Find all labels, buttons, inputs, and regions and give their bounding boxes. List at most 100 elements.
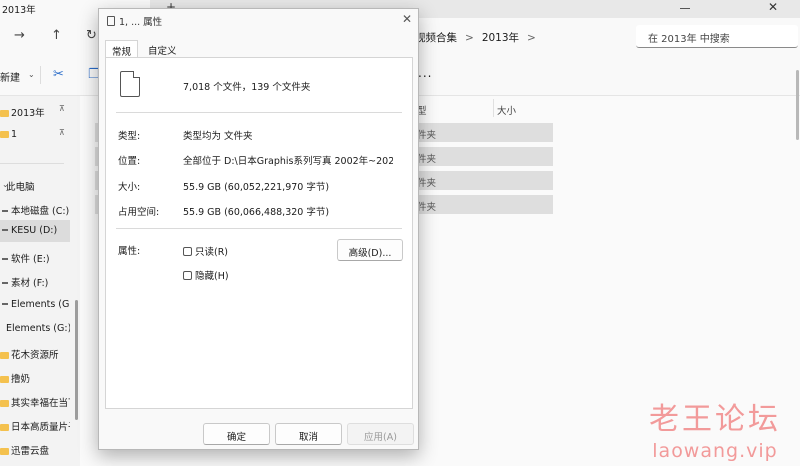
pin-icon: ⊼ (59, 104, 65, 113)
advanced-button[interactable]: 高级(D)... (337, 239, 403, 261)
folder-icon (0, 400, 9, 407)
column-divider[interactable] (493, 99, 494, 117)
sidebar-divider (0, 163, 64, 164)
folder-icon (0, 376, 9, 383)
multiple-files-icon (120, 71, 140, 97)
sidebar-item-e-drive[interactable]: 软件 (E:) (0, 246, 70, 268)
folder-icon (0, 424, 9, 431)
minimize-icon[interactable] (680, 8, 690, 9)
sidebar-item-g-drive-root[interactable]: Elements (G:) (0, 318, 70, 340)
close-icon[interactable]: ✕ (402, 12, 412, 26)
type-label: 类型: (118, 131, 141, 142)
breadcrumb-item[interactable]: 视频合集 (415, 32, 457, 44)
window-close-icon[interactable]: ✕ (768, 0, 778, 14)
folder-icon (0, 448, 9, 455)
dialog-title: 1, ... 属性 (107, 14, 162, 28)
sidebar-item-label: 本地磁盘 (C:) (11, 206, 70, 217)
search-placeholder: 在 2013年 中搜索 (648, 34, 730, 45)
sidebar-item-2013[interactable]: 2013年 ⊼ (0, 100, 70, 122)
location-label: 位置: (118, 156, 141, 167)
sidebar-item-this-pc[interactable]: ⌄ 此电脑 (0, 174, 70, 196)
sidebar-item-label: 日本高质量片子 (11, 422, 70, 433)
column-header-size[interactable]: 大小 (497, 103, 516, 117)
folder-icon (0, 110, 9, 117)
watermark: 老王论坛 laowang.vip (640, 394, 790, 462)
folder-icon (0, 352, 9, 359)
sidebar-item-label: 1 (11, 129, 18, 140)
checkbox-label: 隐藏(H) (195, 271, 229, 282)
selection-summary: 7,018 个文件，139 个文件夹 (183, 82, 311, 93)
toolbar-divider (40, 66, 41, 84)
cancel-button[interactable]: 取消 (275, 423, 342, 445)
sidebar-item-folder[interactable]: 迅雷云盘 (0, 438, 70, 460)
row-type: 件夹 (417, 202, 437, 213)
sidebar-item-label: KESU (D:) (11, 225, 58, 236)
sidebar-item-g-drive[interactable]: Elements (G:) (0, 294, 70, 316)
sidebar-scrollbar[interactable] (75, 300, 78, 420)
type-value: 类型均为 文件夹 (183, 131, 253, 142)
search-input[interactable]: 在 2013年 中搜索 (636, 25, 798, 48)
drive-icon (2, 303, 8, 305)
up-icon[interactable]: ↑ (51, 28, 62, 43)
sidebar-item-c-drive[interactable]: 本地磁盘 (C:) (0, 198, 70, 220)
row-type: 件夹 (417, 178, 437, 189)
file-icon (107, 16, 115, 26)
pin-icon: ⊼ (59, 128, 65, 137)
sidebar-item-label: 软件 (E:) (11, 254, 50, 265)
divider (116, 112, 402, 113)
tab-title: 2013年 (2, 5, 36, 16)
sidebar-item-d-drive[interactable]: KESU (D:) (0, 220, 70, 242)
breadcrumb-chevron-icon[interactable]: > (527, 32, 536, 44)
sidebar-item-folder[interactable]: 花木资源所 (0, 342, 70, 364)
sidebar-item-folder[interactable]: 日本高质量片子 (0, 414, 70, 436)
drive-icon (2, 282, 8, 284)
sidebar-item-folder[interactable]: 撸奶 (0, 366, 70, 388)
size-on-disk-value: 55.9 GB (60,066,488,320 字节) (183, 207, 330, 218)
sidebar-item-label: 素材 (F:) (11, 278, 49, 289)
sidebar-item-label: 迅雷云盘 (11, 446, 50, 457)
sidebar-item-folder[interactable]: 其实幸福在当下 (0, 390, 70, 412)
more-options-icon[interactable]: ... (418, 66, 432, 80)
tab-custom[interactable]: 自定义 (142, 40, 183, 58)
folder-icon (0, 131, 9, 138)
sidebar-item-f-drive[interactable]: 素材 (F:) (0, 270, 70, 292)
ok-button[interactable]: 确定 (203, 423, 270, 445)
watermark-en: laowang.vip (652, 440, 778, 462)
chevron-down-icon[interactable]: ⌄ (2, 180, 9, 189)
sidebar-item-1[interactable]: 1 ⊼ (0, 124, 70, 146)
drive-icon (2, 229, 8, 231)
navigation-pane: 2013年 ⊼ 1 ⊼ ⌄ 此电脑 本地磁盘 (C:) KESU (D:) 软件 (E… (0, 96, 72, 466)
row-type: 件夹 (417, 154, 437, 165)
dialog-title-text: 1, ... 属性 (119, 17, 163, 28)
properties-dialog: 1, ... 属性 ✕ 常规 自定义 7,018 个文件，139 个文件夹 类型… (98, 8, 419, 450)
file-list-scrollbar[interactable] (796, 70, 799, 140)
checkbox-label: 只读(R) (195, 247, 229, 258)
attributes-label: 属性: (118, 246, 141, 257)
tab-label: 自定义 (148, 46, 177, 57)
size-value: 55.9 GB (60,052,221,970 字节) (183, 182, 330, 193)
watermark-cn: 老王论坛 (649, 402, 781, 437)
hidden-checkbox[interactable]: 隐藏(H) (183, 268, 229, 282)
sidebar-item-label: 花木资源所 (11, 350, 59, 361)
sidebar-item-label: 其实幸福在当下 (11, 398, 70, 409)
checkbox-box[interactable] (183, 271, 192, 280)
breadcrumb-chevron-icon[interactable]: > (465, 32, 474, 44)
breadcrumb-item[interactable]: 2013年 (482, 32, 519, 44)
refresh-icon[interactable]: ↻ (86, 28, 97, 43)
sidebar-item-label: 撸奶 (11, 374, 31, 385)
apply-button[interactable]: 应用(A) (347, 423, 414, 445)
location-value: 全部位于 D:\日本Graphis系列写真 2002年~2023年 3 (183, 156, 393, 167)
checkbox-box[interactable] (183, 247, 192, 256)
forward-icon[interactable]: → (14, 28, 25, 43)
chevron-down-icon[interactable]: ⌄ (28, 70, 35, 79)
row-type: 件夹 (417, 130, 437, 141)
size-on-disk-label: 占用空间: (118, 207, 160, 218)
drive-icon (2, 258, 8, 260)
sidebar-item-label: Elements (G:) (6, 323, 70, 334)
drive-icon (2, 210, 8, 212)
cut-icon[interactable]: ✂ (53, 67, 64, 82)
readonly-checkbox[interactable]: 只读(R) (183, 244, 228, 258)
new-button[interactable]: 新建 (0, 69, 20, 84)
sidebar-item-label: Elements (G:) (11, 299, 70, 310)
size-label: 大小: (118, 182, 141, 193)
